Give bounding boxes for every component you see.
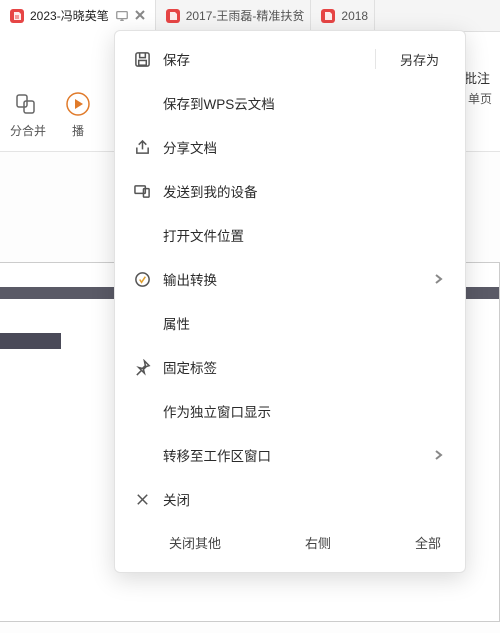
- convert-icon: [133, 270, 151, 288]
- pin-icon: [133, 358, 151, 376]
- menu-label: 作为独立窗口显示: [163, 401, 447, 421]
- menu-save[interactable]: 保存: [133, 45, 359, 73]
- chevron-right-icon: [433, 272, 447, 287]
- menu-send-device[interactable]: 发送到我的设备: [115, 169, 465, 213]
- tab-bar: 2023-冯晓英笔 2017-王雨磊-精准扶贫 2018: [0, 0, 500, 32]
- devices-icon: [133, 182, 151, 200]
- menu-pin-tab[interactable]: 固定标签: [115, 345, 465, 389]
- menu-move-workspace[interactable]: 转移至工作区窗口: [115, 433, 465, 477]
- menu-share[interactable]: 分享文档: [115, 125, 465, 169]
- menu-label: 发送到我的设备: [163, 181, 447, 201]
- menu-export-convert[interactable]: 输出转换: [115, 257, 465, 301]
- monitor-icon: [115, 9, 129, 23]
- ribbon-label: 播: [72, 122, 84, 139]
- document-tab-3[interactable]: 2018: [311, 0, 375, 32]
- tab-title: 2023-冯晓英笔: [30, 7, 109, 24]
- document-tab-1[interactable]: 2023-冯晓英笔: [0, 0, 156, 32]
- divider: [375, 49, 376, 69]
- menu-save-as[interactable]: 另存为: [392, 46, 447, 73]
- wps-file-icon: [166, 9, 180, 23]
- menu-label: 分享文档: [163, 137, 447, 157]
- merge-button[interactable]: 分合并: [10, 90, 46, 139]
- annotate-label[interactable]: 批注: [464, 68, 490, 87]
- close-options-row: 关闭其他 右侧 全部: [115, 521, 465, 562]
- menu-label: 关闭: [163, 489, 447, 509]
- wps-file-icon: [10, 9, 24, 23]
- slide-decoration: [0, 333, 61, 349]
- menu-label: 固定标签: [163, 357, 447, 377]
- menu-label: 属性: [163, 313, 447, 333]
- menu-close-others[interactable]: 关闭其他: [163, 529, 227, 556]
- menu-label: 保存: [163, 49, 359, 69]
- tab-context-menu: 保存 另存为 保存到WPS云文档 分享文档 发送到我的设备 打开文件位置 输出转…: [114, 30, 466, 573]
- menu-label: 转移至工作区窗口: [163, 445, 421, 465]
- play-icon: [64, 90, 92, 118]
- menu-label: 打开文件位置: [163, 225, 447, 245]
- ribbon-label: 分合并: [10, 122, 46, 139]
- close-icon[interactable]: [135, 9, 149, 23]
- wps-file-icon: [321, 9, 335, 23]
- menu-label: 保存到WPS云文档: [163, 93, 447, 113]
- menu-open-new-window[interactable]: 作为独立窗口显示: [115, 389, 465, 433]
- document-tab-2[interactable]: 2017-王雨磊-精准扶贫: [156, 0, 312, 32]
- chevron-right-icon: [433, 448, 447, 463]
- menu-open-location[interactable]: 打开文件位置: [115, 213, 465, 257]
- close-icon: [133, 490, 151, 508]
- single-page-button[interactable]: 单页: [468, 90, 492, 107]
- tab-title: 2018: [341, 9, 368, 23]
- menu-close-right[interactable]: 右侧: [299, 529, 337, 556]
- menu-close-all[interactable]: 全部: [409, 529, 447, 556]
- menu-label: 输出转换: [163, 269, 421, 289]
- menu-properties[interactable]: 属性: [115, 301, 465, 345]
- share-icon: [133, 138, 151, 156]
- ribbon-label: 单页: [468, 90, 492, 107]
- merge-icon: [14, 90, 42, 118]
- play-button[interactable]: 播: [64, 90, 92, 139]
- menu-save-cloud[interactable]: 保存到WPS云文档: [115, 81, 465, 125]
- save-icon: [133, 50, 151, 68]
- tab-title: 2017-王雨磊-精准扶贫: [186, 7, 305, 24]
- menu-close[interactable]: 关闭: [115, 477, 465, 521]
